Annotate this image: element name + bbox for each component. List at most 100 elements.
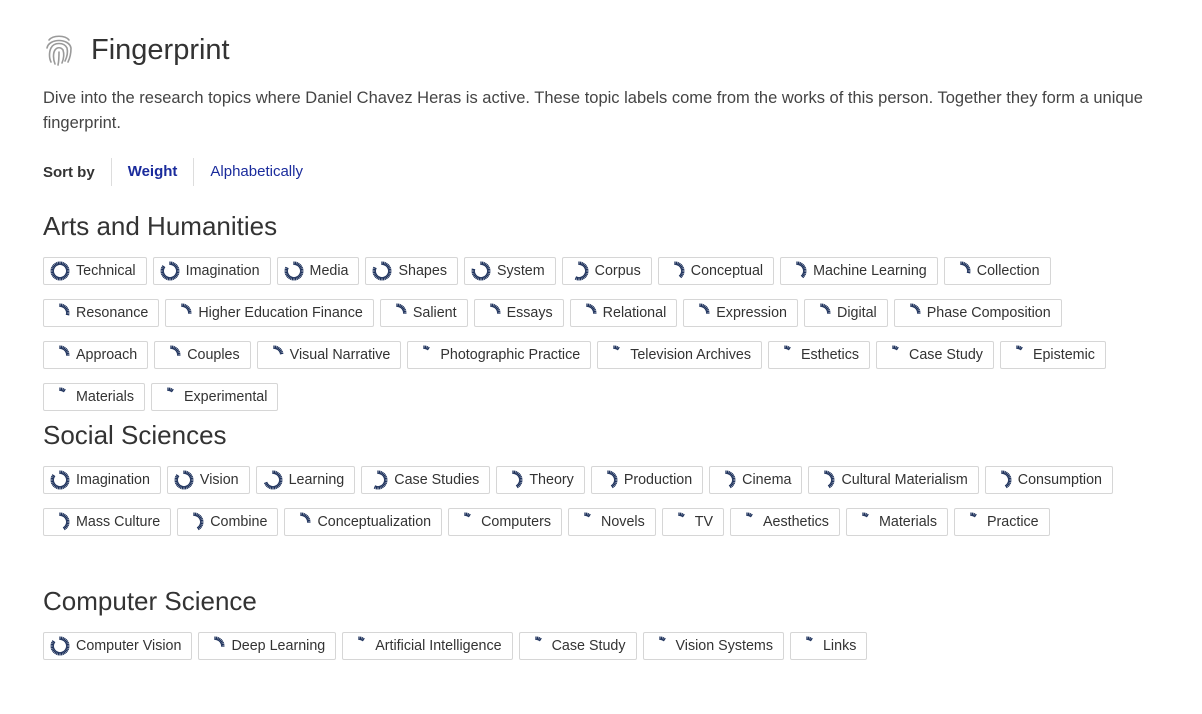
- topic-chip[interactable]: Corpus: [561, 257, 652, 285]
- topic-chip[interactable]: Approach: [43, 341, 149, 369]
- topic-label: Materials: [878, 514, 937, 530]
- topic-label: Computers: [481, 514, 552, 530]
- topic-chip[interactable]: Deep Learning: [198, 632, 337, 660]
- section-social-sciences: Social Sciences Imagination Vision Learnin…: [43, 419, 1153, 550]
- sort-weight-button[interactable]: Weight: [110, 158, 194, 186]
- topic-label: Vision Systems: [675, 638, 773, 654]
- topic-label: Corpus: [594, 263, 641, 279]
- topic-chip[interactable]: Links: [789, 632, 868, 660]
- topic-label: Materials: [76, 389, 134, 405]
- topic-chip[interactable]: Higher Education Finance: [165, 299, 374, 327]
- sort-alphabetically-button[interactable]: Alphabetically: [193, 158, 319, 186]
- topic-label: Phase Composition: [926, 305, 1051, 321]
- topic-chip[interactable]: Vision: [166, 466, 250, 494]
- weight-ring-icon: [796, 261, 807, 279]
- topic-chip[interactable]: Conceptualization: [284, 508, 443, 536]
- topic-chip[interactable]: TV: [661, 508, 724, 536]
- topic-label: Salient: [412, 305, 457, 321]
- topic-chip[interactable]: Resonance: [43, 299, 160, 327]
- topic-chip[interactable]: Case Study: [518, 632, 637, 660]
- weight-ring-icon: [489, 303, 501, 314]
- topic-chip[interactable]: Digital: [804, 299, 888, 327]
- topic-label: Consumption: [1017, 472, 1103, 488]
- topic-chip[interactable]: Essays: [473, 299, 564, 327]
- weight-ring-icon: [300, 512, 311, 523]
- topic-chip[interactable]: Shapes: [365, 257, 458, 285]
- topic-chip[interactable]: Materials: [43, 383, 145, 411]
- topic-label: Relational: [602, 305, 667, 321]
- topic-chip[interactable]: Artificial Intelligence: [342, 632, 513, 660]
- weight-ring-icon: [50, 470, 70, 490]
- topic-chip[interactable]: Conceptual: [657, 257, 775, 285]
- topic-chip[interactable]: Cinema: [709, 466, 803, 494]
- topic-label: Epistemic: [1032, 347, 1095, 363]
- weight-ring-icon: [970, 512, 977, 518]
- topic-chip[interactable]: Esthetics: [768, 341, 871, 369]
- topic-chip[interactable]: Relational: [569, 299, 678, 327]
- topic-chip[interactable]: Experimental: [151, 383, 279, 411]
- topic-label: Production: [623, 472, 693, 488]
- section-computer-science: Computer Science Computer Vision Deep Lea…: [43, 585, 1153, 674]
- topic-chip[interactable]: Practice: [953, 508, 1050, 536]
- weight-ring-icon: [358, 636, 366, 642]
- topic-label: Essays: [506, 305, 553, 321]
- topic-label: Theory: [529, 472, 574, 488]
- topic-chip[interactable]: Novels: [568, 508, 656, 536]
- topic-chip[interactable]: Combine: [177, 508, 279, 536]
- weight-ring-icon: [59, 512, 70, 531]
- topic-label: Television Archives: [630, 347, 751, 363]
- weight-ring-icon: [50, 636, 70, 656]
- weight-ring-icon: [613, 345, 621, 351]
- section-title: Arts and Humanities: [43, 211, 278, 241]
- topic-chip[interactable]: Vision Systems: [642, 632, 784, 660]
- topic-label: Case Study: [909, 347, 983, 363]
- topic-label: Collection: [976, 263, 1040, 279]
- weight-ring-icon: [1001, 470, 1012, 489]
- topic-chip[interactable]: Case Studies: [361, 466, 491, 494]
- topic-chip[interactable]: Mass Culture: [43, 508, 172, 536]
- topic-chip[interactable]: Salient: [379, 299, 468, 327]
- topic-chip[interactable]: Imagination: [43, 466, 161, 494]
- topic-chip[interactable]: Television Archives: [597, 341, 762, 369]
- topic-chip[interactable]: Computers: [448, 508, 563, 536]
- weight-ring-icon: [806, 636, 813, 642]
- weight-ring-icon: [59, 387, 66, 393]
- weight-ring-icon: [586, 303, 597, 314]
- topic-chip[interactable]: Collection: [943, 257, 1051, 285]
- topic-chip[interactable]: Expression: [683, 299, 798, 327]
- topic-label: Media: [309, 263, 349, 279]
- topic-chip[interactable]: Aesthetics: [730, 508, 840, 536]
- weight-ring-icon: [746, 512, 753, 518]
- weight-ring-icon: [678, 512, 685, 518]
- weight-ring-icon: [263, 470, 283, 490]
- topic-chip[interactable]: Case Study: [876, 341, 994, 369]
- topic-label: Learning: [288, 472, 345, 488]
- topic-chip[interactable]: Epistemic: [999, 341, 1106, 369]
- topic-chip[interactable]: Couples: [154, 341, 251, 369]
- topic-chip[interactable]: Learning: [255, 466, 356, 494]
- topic-chip[interactable]: Materials: [845, 508, 948, 536]
- topic-chip[interactable]: Photographic Practice: [407, 341, 592, 369]
- topic-label: Experimental: [184, 389, 268, 405]
- topic-list: Imagination Vision Learning Case Studies The…: [43, 466, 1153, 550]
- topic-chip[interactable]: Theory: [496, 466, 585, 494]
- topic-chip[interactable]: System: [463, 257, 556, 285]
- topic-chip[interactable]: Machine Learning: [780, 257, 938, 285]
- topic-chip[interactable]: Consumption: [984, 466, 1114, 494]
- weight-ring-icon: [699, 303, 710, 314]
- fingerprint-header: Fingerprint: [43, 32, 230, 68]
- topic-chip[interactable]: Imagination: [152, 257, 271, 285]
- topic-label: Case Studies: [394, 472, 480, 488]
- weight-ring-icon: [512, 470, 523, 489]
- topic-chip[interactable]: Production: [590, 466, 704, 494]
- topic-chip[interactable]: Phase Composition: [893, 299, 1062, 327]
- topic-chip[interactable]: Computer Vision: [43, 632, 193, 660]
- topic-chip[interactable]: Media: [276, 257, 360, 285]
- section-title: Computer Science: [43, 586, 257, 616]
- topic-chip[interactable]: Visual Narrative: [256, 341, 402, 369]
- topic-list: Technical Imagination Media Shapes System Cor…: [43, 257, 1153, 425]
- page-title: Fingerprint: [91, 33, 230, 66]
- weight-ring-icon: [59, 303, 70, 316]
- topic-chip[interactable]: Technical: [43, 257, 147, 285]
- topic-chip[interactable]: Cultural Materialism: [808, 466, 979, 494]
